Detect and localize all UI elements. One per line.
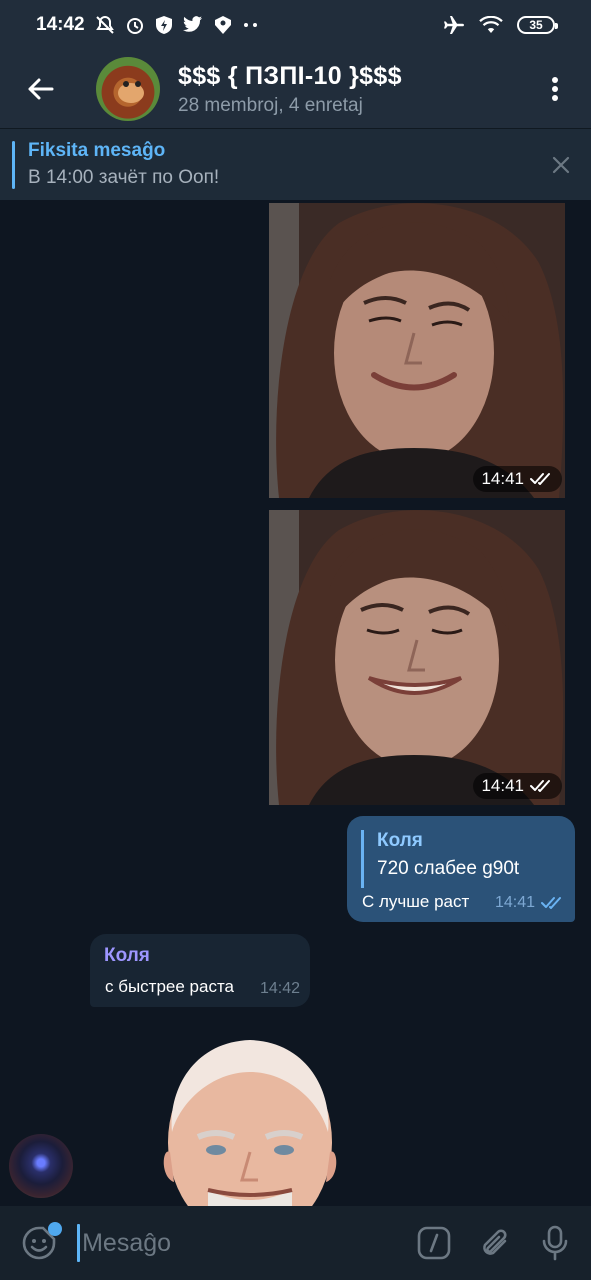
double-check-icon	[530, 780, 550, 792]
pinned-message-text: В 14:00 зачёт по Ооп!	[28, 167, 220, 188]
reply-text: 720 слабее g90t	[377, 858, 520, 879]
reply-quote[interactable]: Коля 720 слабее g90t	[361, 830, 563, 888]
alarm-icon	[126, 18, 143, 34]
double-check-icon	[530, 473, 550, 485]
message-time: 14:41	[481, 469, 524, 488]
voice-record-button[interactable]	[525, 1206, 585, 1280]
back-button[interactable]	[0, 50, 80, 128]
pinned-content: Fiksita mesaĝo В 14:00 зачёт по Ооп!	[28, 140, 219, 189]
twitter-icon	[182, 16, 202, 32]
message-author[interactable]: Коля	[104, 945, 296, 967]
double-check-icon	[541, 897, 561, 909]
reply-author: Коля	[377, 830, 423, 851]
arrow-left-icon	[28, 78, 54, 100]
chat-subtitle: 28 membroj, 4 enretaj	[178, 94, 363, 116]
message-input-bar	[0, 1206, 591, 1280]
photo-time: 14:41	[473, 773, 562, 799]
pinned-label: Fiksita mesaĝo	[28, 140, 166, 161]
battery-icon: 35	[517, 16, 558, 34]
message-input[interactable]	[82, 1223, 405, 1263]
photo-time: 14:41	[473, 466, 562, 492]
status-time: 14:42	[36, 14, 85, 35]
bot-command-icon	[417, 1226, 451, 1260]
photo-message[interactable]: 14:41	[269, 203, 565, 498]
more-vertical-icon	[552, 77, 558, 101]
attach-icon	[482, 1229, 507, 1255]
outgoing-message[interactable]: Коля 720 слабее g90t С лучше раст 14:41	[347, 816, 575, 922]
bot-command-button[interactable]	[404, 1206, 464, 1280]
bell-off-icon	[95, 15, 114, 34]
sender-avatar[interactable]	[9, 1134, 73, 1198]
more-dots-icon	[243, 23, 257, 27]
message-text: с быстрее раста	[105, 977, 235, 996]
microphone-icon	[542, 1225, 568, 1261]
battery-level: 35	[529, 18, 543, 32]
chat-info[interactable]: $$$ { ПЗПІ-10 }$$$ 28 membroj, 4 enretaj	[178, 62, 402, 117]
message-meta: 14:41	[495, 894, 565, 912]
pinned-close-button[interactable]	[531, 129, 591, 201]
message-time: 14:41	[494, 894, 535, 911]
text-cursor	[77, 1224, 81, 1262]
more-menu-button[interactable]	[519, 50, 591, 128]
sticker-button[interactable]	[0, 1206, 77, 1280]
message-text: С лучше раст	[362, 892, 470, 911]
sticker-message[interactable]	[150, 1032, 350, 1206]
status-bar: 14:42 35	[0, 0, 591, 50]
airplane-icon	[444, 16, 464, 34]
status-icons-right: 35	[443, 15, 558, 35]
photo-image	[269, 510, 565, 805]
pinned-indicator	[12, 140, 15, 189]
shield-icon	[155, 16, 172, 34]
vpn-icon	[214, 16, 231, 34]
pinned-message-bar[interactable]: Fiksita mesaĝo В 14:00 зачёт по Ооп!	[0, 128, 591, 200]
new-stickers-badge	[48, 1222, 62, 1236]
message-list[interactable]: 14:41 14:41 Коля 720 слабее g90t С лучше…	[0, 200, 591, 1206]
message-time: 14:42	[259, 980, 300, 997]
incoming-message[interactable]: Коля с быстрее раста 14:42	[90, 934, 310, 1007]
attach-button[interactable]	[464, 1206, 524, 1280]
message-time: 14:41	[481, 776, 524, 795]
photo-message[interactable]: 14:41	[269, 510, 565, 805]
wifi-icon	[479, 16, 503, 33]
close-icon	[552, 156, 570, 173]
chat-title: $$$ { ПЗПІ-10 }$$$	[178, 61, 402, 90]
chat-header: $$$ { ПЗПІ-10 }$$$ 28 membroj, 4 enretaj	[0, 50, 591, 128]
photo-image	[269, 203, 565, 498]
status-icons-left	[95, 15, 259, 35]
group-avatar[interactable]	[96, 57, 160, 121]
